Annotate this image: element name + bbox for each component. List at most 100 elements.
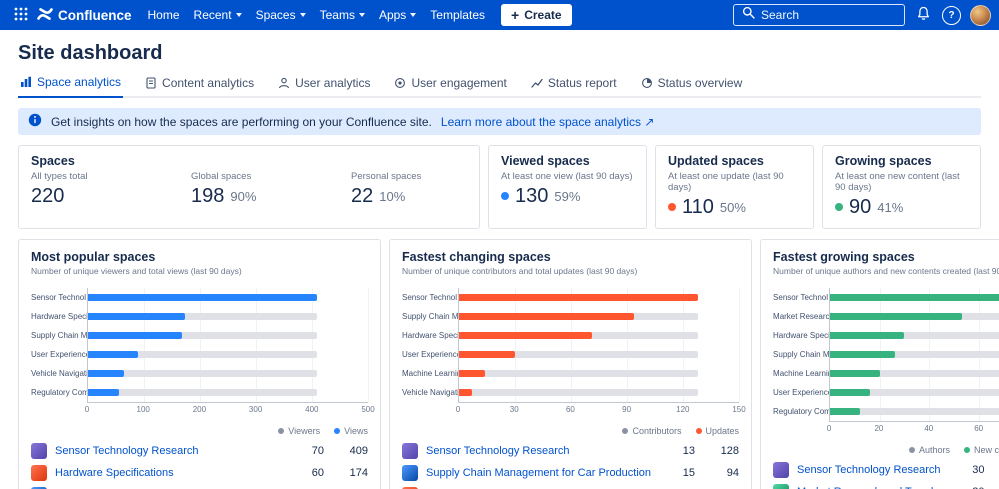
nav-item-label: Templates xyxy=(430,8,485,22)
bar-row xyxy=(88,326,368,345)
bar-row xyxy=(88,288,368,307)
table-row: Supply Chain Management for Car Producti… xyxy=(402,462,739,484)
chevron-down-icon xyxy=(300,13,306,17)
table-row: Hardware Specifications2071 xyxy=(402,484,739,489)
tab-user-analytics[interactable]: User analytics xyxy=(276,75,372,98)
tab-label: Content analytics xyxy=(162,76,254,90)
chevron-down-icon xyxy=(236,13,242,17)
category-label: Supply Chain M xyxy=(31,326,87,345)
create-button[interactable]: + Create xyxy=(501,4,572,26)
search-input[interactable] xyxy=(761,8,896,22)
tab-status-overview[interactable]: Status overview xyxy=(639,75,745,98)
search-icon xyxy=(742,6,755,24)
notifications-button[interactable] xyxy=(914,4,933,26)
bar xyxy=(459,332,592,339)
bar-row xyxy=(830,345,999,364)
nav-item-recent[interactable]: Recent xyxy=(187,4,249,26)
x-axis: 0306090120150 xyxy=(458,402,739,416)
category-label: Hardware Specif xyxy=(31,307,87,326)
status-dot xyxy=(501,192,509,200)
legend-dot xyxy=(278,428,284,434)
confluence-logo-icon xyxy=(37,6,53,25)
category-label: Regulatory Comp xyxy=(773,402,829,421)
info-banner: Get insights on how the spaces are perfo… xyxy=(18,108,981,135)
bar xyxy=(830,332,904,339)
space-link[interactable]: Sensor Technology Research xyxy=(426,445,651,457)
x-tick-label: 30 xyxy=(510,405,519,414)
card-updated-spaces: Updated spacesAt least one update (last … xyxy=(655,145,814,229)
category-label: User Experience xyxy=(402,345,458,364)
bar xyxy=(830,294,999,301)
card-title: Viewed spaces xyxy=(501,154,634,168)
card-title: Spaces xyxy=(31,154,467,168)
table-row: Sensor Technology Research3072 xyxy=(773,459,999,481)
nav-item-apps[interactable]: Apps xyxy=(372,4,423,26)
panel-subtitle: Number of unique contributors and total … xyxy=(402,266,739,276)
x-tick-label: 400 xyxy=(305,405,318,414)
card-percent: 50% xyxy=(720,200,746,215)
category-label: Vehicle Navigatio xyxy=(402,383,458,402)
card-title: Growing spaces xyxy=(835,154,968,168)
chart-panels: Most popular spacesNumber of unique view… xyxy=(18,239,981,489)
bar xyxy=(459,370,485,377)
avatar[interactable] xyxy=(970,5,991,26)
tab-space-analytics[interactable]: Space analytics xyxy=(18,75,123,98)
bar-row xyxy=(88,364,368,383)
card-value-row: 110 50% xyxy=(668,196,801,218)
x-axis: 0100200300400500 xyxy=(87,402,368,416)
card-percent: 41% xyxy=(877,200,903,215)
bar-row xyxy=(830,307,999,326)
app-switcher-button[interactable] xyxy=(8,4,34,27)
help-button[interactable]: ? xyxy=(942,6,961,25)
metric-value-row: 2210% xyxy=(351,185,421,207)
learn-more-link[interactable]: Learn more about the space analytics ↗ xyxy=(441,115,655,129)
nav-item-templates[interactable]: Templates xyxy=(423,4,492,26)
metric-all-types-total: All types total 220 xyxy=(31,168,191,207)
space-link[interactable]: Sensor Technology Research xyxy=(55,445,280,457)
card-subtitle: At least one view (last 90 days) xyxy=(501,171,634,182)
space-link[interactable]: Sensor Technology Research xyxy=(797,464,941,476)
trend-icon xyxy=(531,77,543,89)
bar-row xyxy=(830,364,999,383)
metric-value-row: 220 xyxy=(31,185,191,207)
panel-title: Most popular spaces xyxy=(31,250,368,264)
x-tick-label: 150 xyxy=(732,405,745,414)
bar-row xyxy=(830,288,999,307)
nav-item-teams[interactable]: Teams xyxy=(313,4,372,26)
card-subtitle: At least one update (last 90 days) xyxy=(668,171,801,193)
x-tick-label: 0 xyxy=(827,424,831,433)
legend-item-updates: Updates xyxy=(696,426,740,436)
nav-item-home[interactable]: Home xyxy=(141,4,187,26)
x-tick-label: 500 xyxy=(361,405,374,414)
search-box[interactable] xyxy=(733,4,905,26)
space-link[interactable]: Hardware Specifications xyxy=(55,467,280,479)
category-label: Hardware Specif xyxy=(773,326,829,345)
tab-status-report[interactable]: Status report xyxy=(529,75,619,98)
bar xyxy=(88,370,124,377)
metric-label: Personal spaces xyxy=(351,171,421,182)
category-label: Sensor Technol xyxy=(402,288,458,307)
metric-label: All types total xyxy=(31,171,191,182)
tab-content-analytics[interactable]: Content analytics xyxy=(143,75,256,98)
card-value: 110 xyxy=(682,196,714,218)
legend-item-viewers: Viewers xyxy=(278,426,320,436)
tab-label: Space analytics xyxy=(37,75,121,89)
x-tick-label: 60 xyxy=(566,405,575,414)
bar xyxy=(88,313,185,320)
space-link[interactable]: Supply Chain Management for Car Producti… xyxy=(426,467,651,479)
metric-percent: 10% xyxy=(379,189,405,204)
x-axis: 020406080 xyxy=(829,421,999,435)
bar-track xyxy=(459,370,698,377)
bar xyxy=(830,313,962,320)
top-nav: Confluence HomeRecentSpacesTeamsApps Temp… xyxy=(0,0,999,30)
table-legend: AuthorsNew contents xyxy=(773,445,999,455)
bar xyxy=(830,351,895,358)
nav-item-spaces[interactable]: Spaces xyxy=(249,4,313,26)
confluence-logo[interactable]: Confluence xyxy=(35,6,140,25)
metric-personal-spaces: Personal spaces 2210% xyxy=(351,168,421,207)
y-axis-labels: Sensor TechnolSupply Chain MHardware Spe… xyxy=(402,288,458,402)
tab-user-engagement[interactable]: User engagement xyxy=(392,75,508,98)
space-avatar xyxy=(31,443,47,459)
x-tick-label: 90 xyxy=(622,405,631,414)
target-icon xyxy=(394,77,406,89)
